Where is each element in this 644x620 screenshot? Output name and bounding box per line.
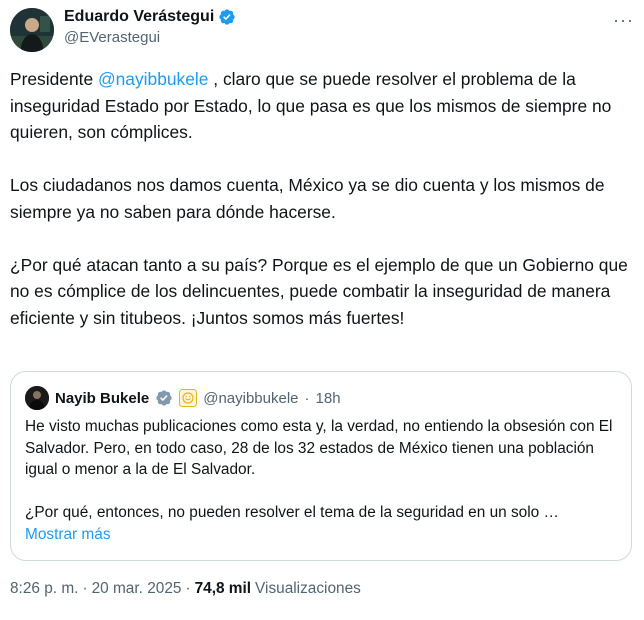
tweet-text: Presidente @nayibbukele , claro que se p…	[10, 66, 632, 331]
avatar-image	[10, 8, 54, 52]
quoted-author-avatar	[25, 386, 49, 410]
quoted-separator: ·	[304, 389, 310, 407]
tweet-text-body: , claro que se puede resolver el problem…	[10, 69, 628, 328]
more-options-icon[interactable]: ···	[613, 10, 634, 31]
verified-badge-icon	[218, 8, 236, 26]
views-label: Visualizaciones	[255, 580, 361, 597]
quoted-author-handle: @nayibbukele	[203, 389, 299, 407]
author-names: Eduardo Verástegui @EVerastegui	[64, 8, 236, 46]
author-display-name[interactable]: Eduardo Verástegui	[64, 8, 214, 26]
tweet-time[interactable]: 8:26 p. m.	[10, 580, 78, 598]
author-avatar[interactable]	[10, 8, 54, 52]
quoted-avatar-image	[25, 386, 49, 410]
tweet-date[interactable]: 20 mar. 2025	[92, 580, 182, 598]
author-handle[interactable]: @EVerastegui	[64, 29, 236, 46]
quoted-tweet-text: He visto muchas publicaciones como esta …	[25, 418, 613, 521]
tweet-header: Eduardo Verástegui @EVerastegui ···	[10, 6, 634, 54]
footer-separator: ·	[82, 580, 88, 597]
views-count: 74,8 mil	[194, 580, 252, 597]
quoted-time: 18h	[315, 389, 341, 407]
gray-verified-badge-icon	[155, 389, 173, 407]
tweet-footer: 8:26 p. m. · 20 mar. 2025 · 74,8 mil Vis…	[10, 580, 361, 598]
quoted-tweet-header: Nayib Bukele @nayibbukele · 18h	[25, 386, 341, 410]
quoted-author-name: Nayib Bukele	[55, 389, 150, 407]
footer-separator: ·	[185, 580, 191, 597]
tweet-text-prefix: Presidente	[10, 69, 98, 89]
show-more-link[interactable]: Mostrar más	[25, 526, 111, 544]
affiliate-badge-icon	[179, 389, 198, 407]
mention-link[interactable]: @nayibbukele	[98, 69, 208, 89]
quoted-tweet[interactable]: Nayib Bukele @nayibbukele · 18h He visto…	[10, 371, 632, 561]
